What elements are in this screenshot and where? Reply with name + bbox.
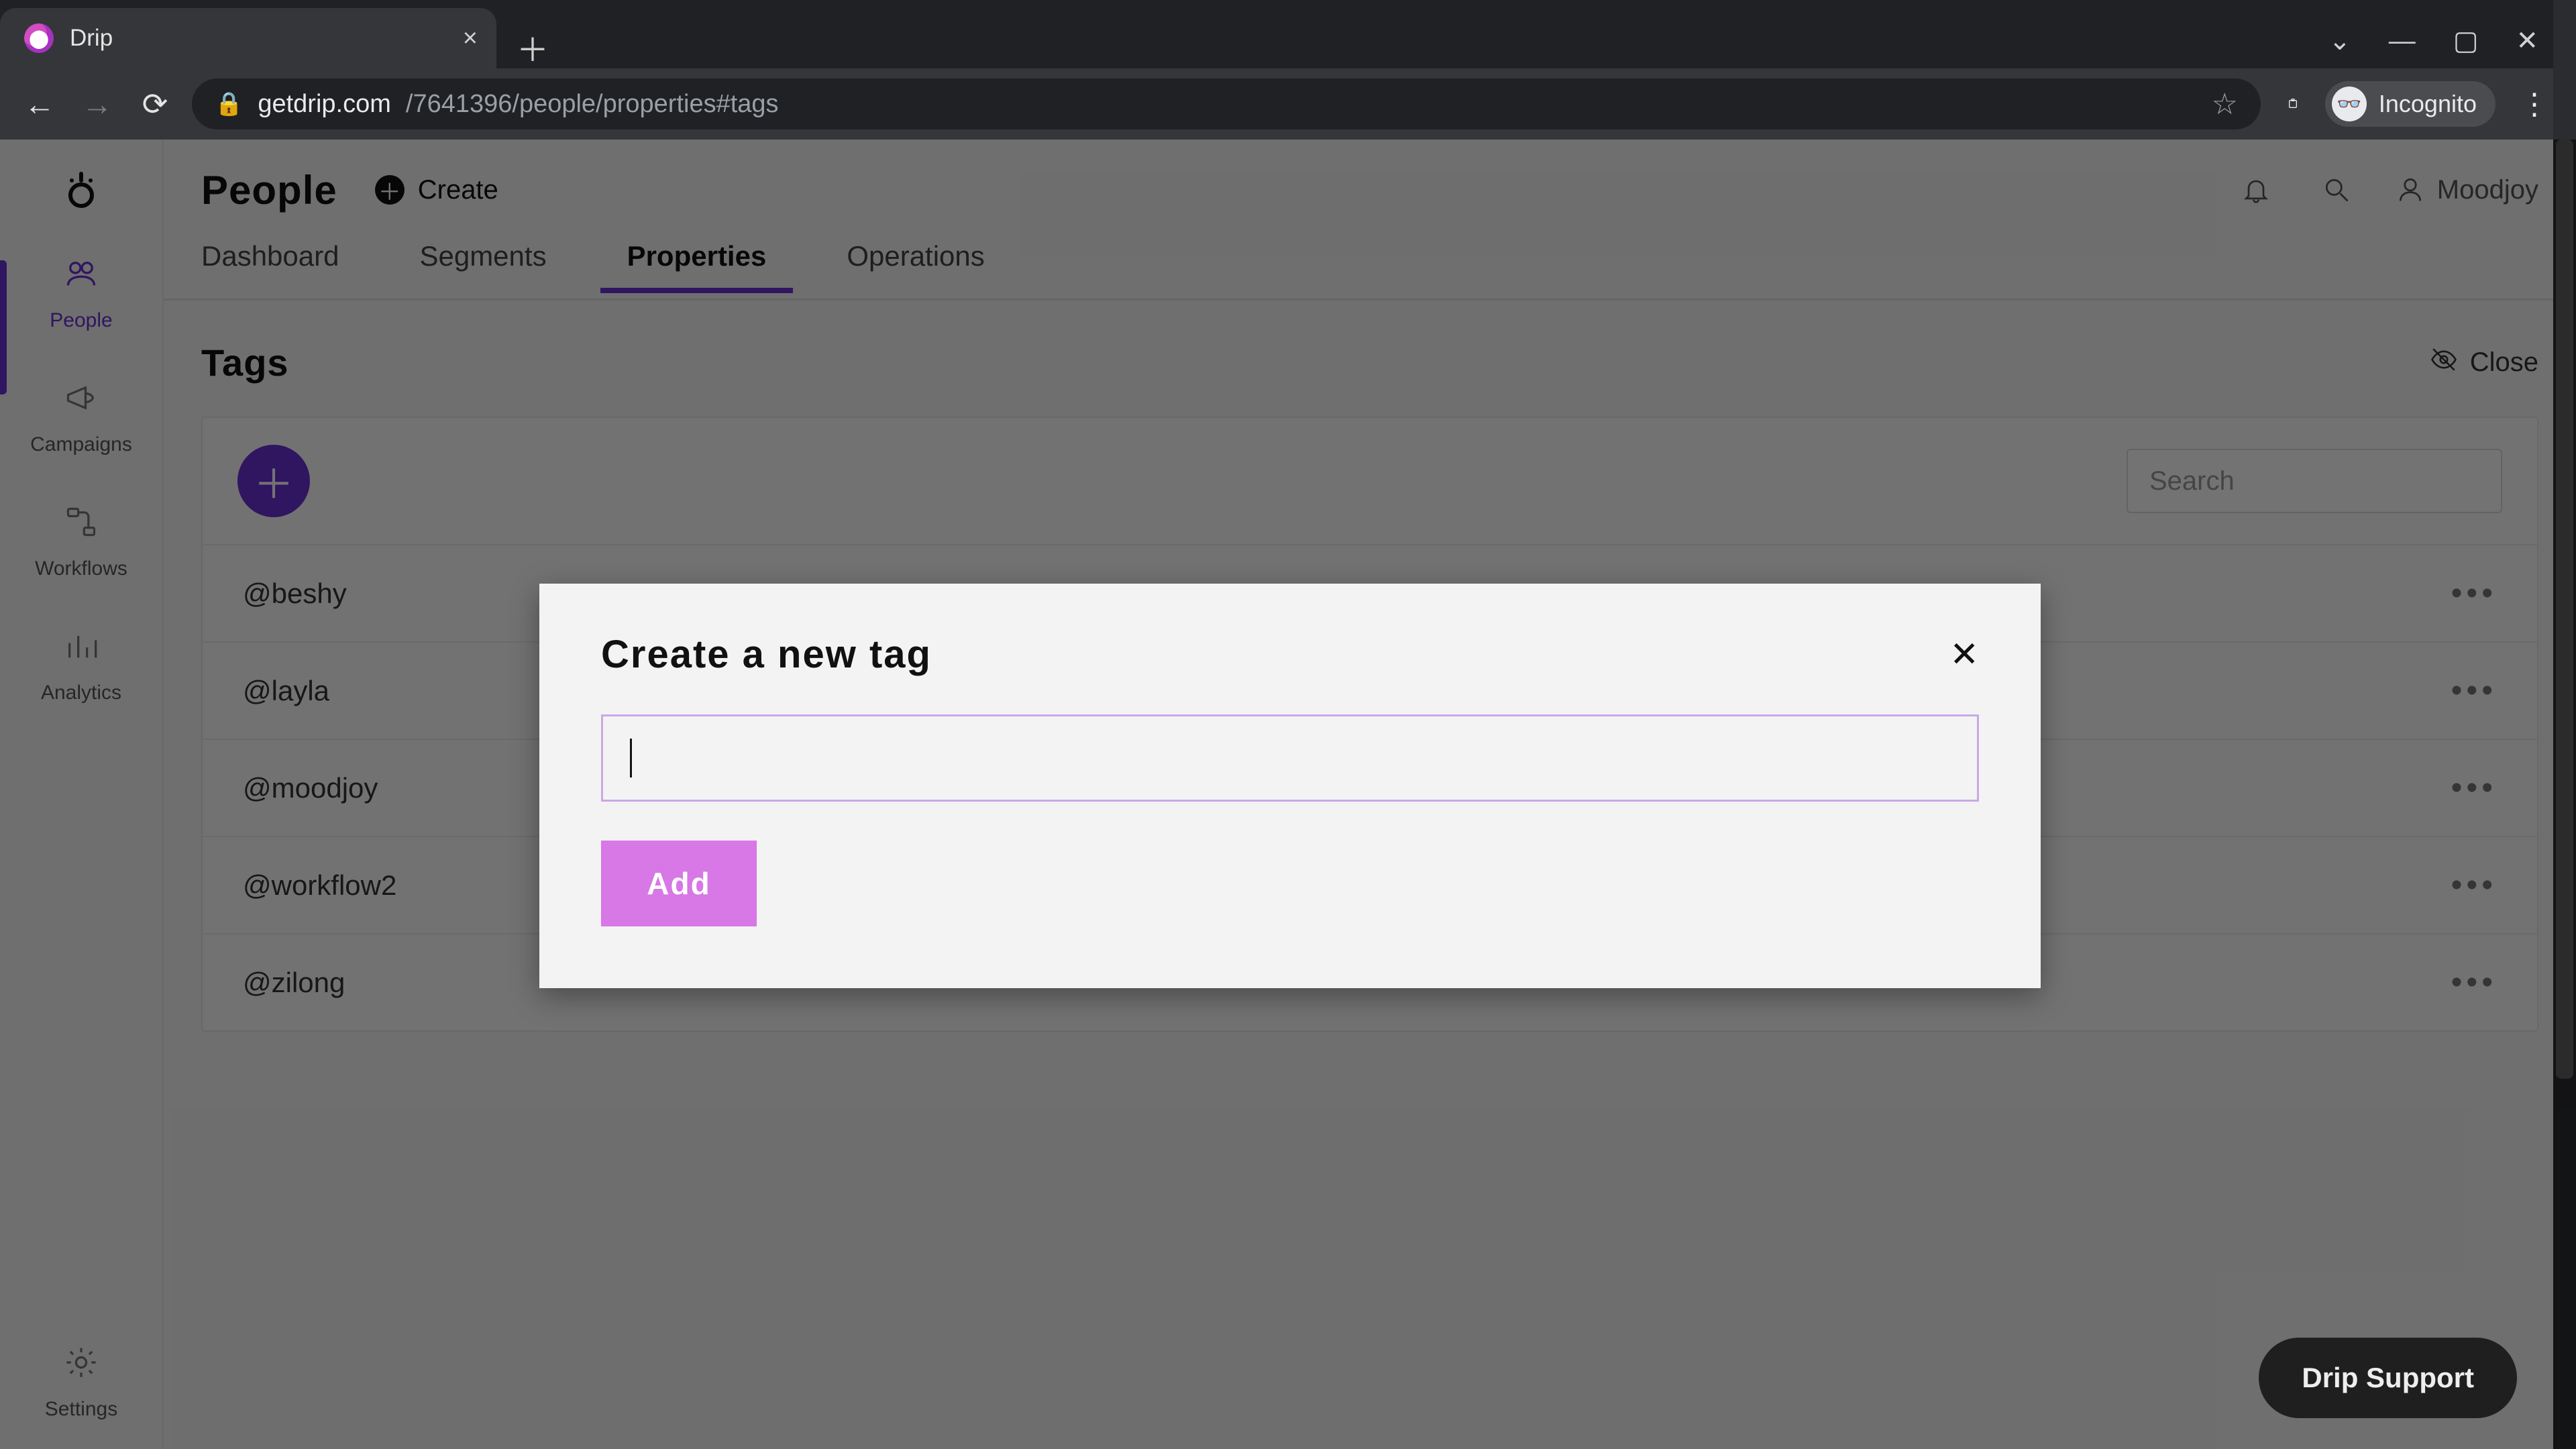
url-path: /7641396/people/properties#tags <box>406 90 779 119</box>
incognito-icon: 👓 <box>2332 87 2367 121</box>
create-tag-modal: Create a new tag ✕ Add <box>539 584 2041 988</box>
nav-reload-button[interactable]: ⟳ <box>134 83 176 125</box>
text-caret <box>630 739 632 777</box>
modal-header: Create a new tag ✕ <box>601 632 1979 677</box>
add-label: Add <box>647 865 710 902</box>
drip-favicon-icon: ⬤ <box>24 23 54 53</box>
omnibox[interactable]: 🔒 getdrip.com/7641396/people/properties#… <box>192 78 2261 129</box>
add-button[interactable]: Add <box>601 841 757 926</box>
modal-close-icon[interactable]: ✕ <box>1949 635 1979 675</box>
modal-title: Create a new tag <box>601 632 932 677</box>
window-close-icon[interactable]: ✕ <box>2516 25 2538 56</box>
window-minimize-icon[interactable]: — <box>2389 26 2416 56</box>
incognito-indicator[interactable]: 👓 Incognito <box>2325 81 2496 127</box>
window-maximize-icon[interactable]: ▢ <box>2453 25 2479 56</box>
bookmark-star-icon[interactable]: ☆ <box>2211 87 2237 121</box>
browser-tab-title: Drip <box>70 25 447 52</box>
extensions-icon[interactable] <box>2277 88 2309 120</box>
incognito-label: Incognito <box>2379 90 2477 118</box>
close-tab-icon[interactable]: × <box>463 24 478 53</box>
nav-forward-button[interactable]: → <box>76 83 118 125</box>
browser-tab-active[interactable]: ⬤ Drip × <box>0 8 496 68</box>
window-controls: ⌄ — ▢ ✕ <box>2328 25 2560 68</box>
browser-menu-icon[interactable]: ⋮ <box>2512 87 2557 121</box>
browser-window: ⬤ Drip × ＋ ⌄ — ▢ ✕ ← → ⟳ 🔒 getdrip.com/7… <box>0 0 2576 1449</box>
browser-tabbar: ⬤ Drip × ＋ ⌄ — ▢ ✕ <box>0 0 2576 68</box>
support-label: Drip Support <box>2302 1362 2474 1394</box>
tab-overflow-icon[interactable]: ⌄ <box>2328 25 2351 56</box>
nav-back-button[interactable]: ← <box>19 83 60 125</box>
new-tab-button[interactable]: ＋ <box>511 25 554 68</box>
support-button[interactable]: Drip Support <box>2259 1338 2517 1418</box>
url-domain: getdrip.com <box>258 90 391 119</box>
browser-address-bar: ← → ⟳ 🔒 getdrip.com/7641396/people/prope… <box>0 68 2576 140</box>
new-tag-input[interactable] <box>601 714 1979 802</box>
lock-icon: 🔒 <box>215 91 243 117</box>
